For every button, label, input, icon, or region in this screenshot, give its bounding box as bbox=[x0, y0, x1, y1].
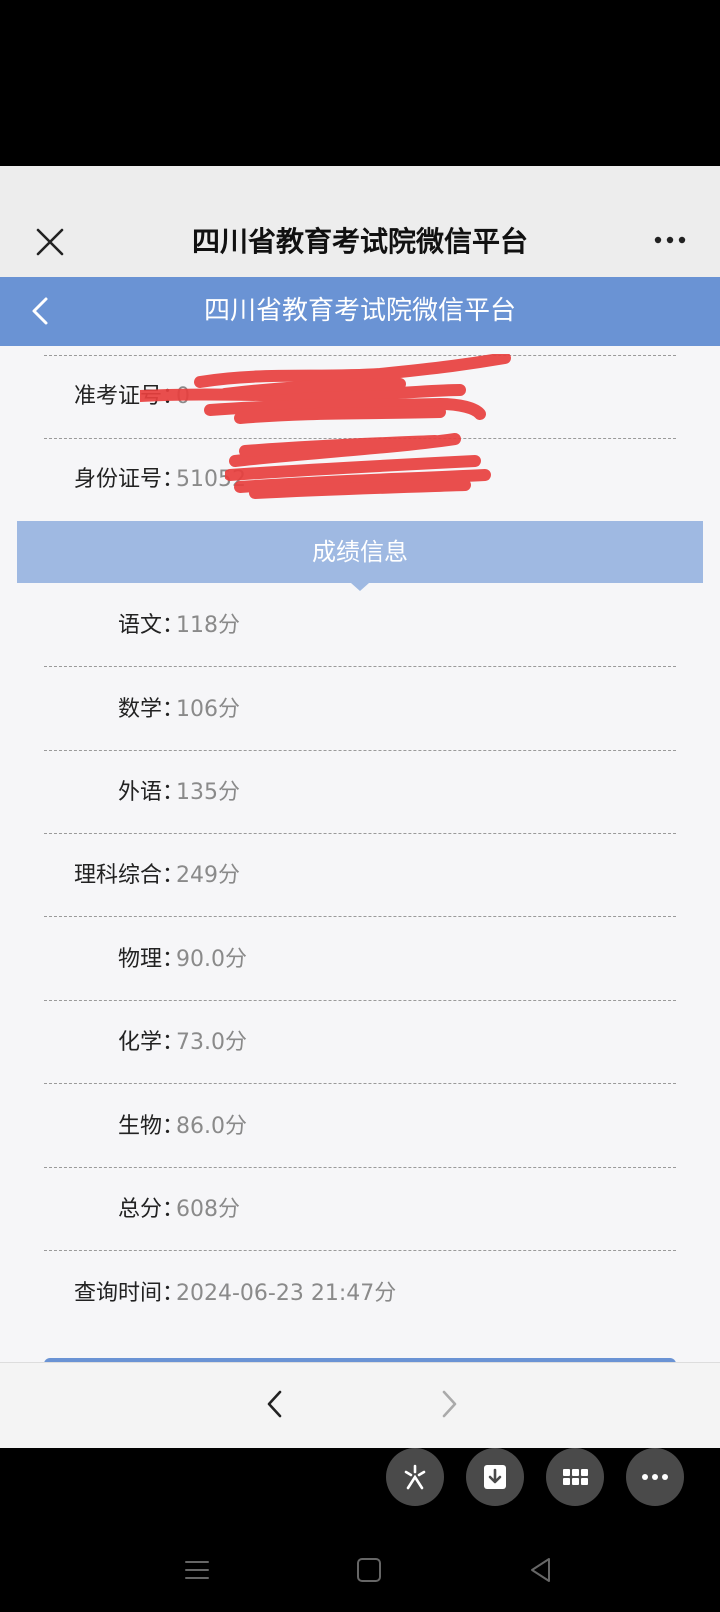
score-label: 生物 bbox=[117, 1114, 162, 1139]
more-dots-icon[interactable] bbox=[650, 230, 690, 250]
colon: ： bbox=[162, 697, 185, 722]
score-label: 语文 bbox=[117, 613, 162, 638]
score-label: 外语 bbox=[117, 780, 162, 805]
chevron-right-icon bbox=[442, 1390, 457, 1418]
score-row-chemistry: 化学 ： 73.0分 bbox=[44, 1001, 676, 1084]
score-value: 249分 bbox=[176, 863, 240, 888]
colon: ： bbox=[162, 467, 185, 492]
nav-back-button[interactable] bbox=[260, 1384, 290, 1424]
content-area: 准考证号 ： 0 身份证号 ： 51052 成绩信息 语文 ： 118分 数学 … bbox=[0, 346, 720, 1362]
browser-nav-bar bbox=[0, 1362, 720, 1448]
score-label: 化学 bbox=[117, 1030, 162, 1055]
system-back-button[interactable] bbox=[524, 1553, 558, 1587]
score-row-physics: 物理 ： 90.0分 bbox=[44, 918, 676, 1001]
nav-forward-button[interactable] bbox=[434, 1384, 464, 1424]
admission-ticket-row: 准考证号 ： 0 bbox=[44, 355, 676, 438]
score-value: 2024-06-23 21:47分 bbox=[176, 1281, 397, 1306]
id-number-value: 51052 bbox=[176, 467, 246, 492]
wechat-title: 四川省教育考试院微信平台 bbox=[191, 225, 528, 258]
chevron-left-icon bbox=[32, 297, 48, 325]
score-row-total: 总分 ： 608分 bbox=[44, 1168, 676, 1251]
score-label: 理科综合 bbox=[73, 863, 162, 888]
colon: ： bbox=[162, 780, 185, 805]
admission-ticket-label: 准考证号 bbox=[73, 384, 162, 409]
id-number-row: 身份证号 ： 51052 bbox=[44, 438, 676, 521]
sparkle-button[interactable] bbox=[386, 1448, 444, 1506]
score-label: 数学 bbox=[117, 697, 162, 722]
page-title: 四川省教育考试院微信平台 bbox=[203, 296, 516, 326]
score-value: 86.0分 bbox=[176, 1114, 247, 1139]
query-time-row: 查询时间 ： 2024-06-23 21:47分 bbox=[44, 1252, 676, 1335]
score-row-chinese: 语文 ： 118分 bbox=[44, 584, 676, 667]
divider bbox=[44, 666, 676, 667]
home-button[interactable] bbox=[352, 1553, 386, 1587]
colon: ： bbox=[162, 1281, 185, 1306]
score-row-foreign-language: 外语 ： 135分 bbox=[44, 751, 676, 834]
colon: ： bbox=[162, 947, 185, 972]
score-value: 106分 bbox=[176, 697, 240, 722]
chevron-left-icon bbox=[267, 1390, 282, 1418]
divider bbox=[44, 916, 676, 917]
id-number-label: 身份证号 bbox=[73, 467, 162, 492]
colon: ： bbox=[162, 1030, 185, 1055]
admission-ticket-value: 0 bbox=[176, 384, 190, 409]
score-row-math: 数学 ： 106分 bbox=[44, 668, 676, 751]
divider bbox=[44, 1083, 676, 1084]
score-value: 608分 bbox=[176, 1197, 240, 1222]
grid-icon bbox=[563, 1469, 588, 1485]
menu-icon bbox=[185, 1561, 209, 1579]
back-button[interactable] bbox=[22, 291, 62, 331]
score-section-title: 成绩信息 bbox=[312, 538, 408, 566]
colon: ： bbox=[162, 1197, 185, 1222]
download-icon bbox=[484, 1465, 506, 1489]
divider bbox=[44, 1250, 676, 1251]
more-button[interactable] bbox=[626, 1448, 684, 1506]
score-value: 73.0分 bbox=[176, 1030, 247, 1055]
score-row-science: 理科综合 ： 249分 bbox=[44, 834, 676, 917]
colon: ： bbox=[162, 384, 185, 409]
score-row-biology: 生物 ： 86.0分 bbox=[44, 1085, 676, 1168]
menu-button[interactable] bbox=[180, 1553, 214, 1587]
more-dots-icon bbox=[642, 1474, 668, 1480]
colon: ： bbox=[162, 863, 185, 888]
close-icon[interactable] bbox=[30, 222, 70, 262]
home-square-icon bbox=[357, 1558, 381, 1582]
colon: ： bbox=[162, 613, 185, 638]
colon: ： bbox=[162, 1114, 185, 1139]
back-triangle-icon bbox=[531, 1558, 550, 1582]
score-label: 查询时间 bbox=[73, 1281, 162, 1306]
grid-button[interactable] bbox=[546, 1448, 604, 1506]
score-section-header: 成绩信息 bbox=[17, 521, 703, 583]
download-button[interactable] bbox=[466, 1448, 524, 1506]
score-value: 90.0分 bbox=[176, 947, 247, 972]
sparkle-icon bbox=[404, 1464, 426, 1490]
score-value: 118分 bbox=[176, 613, 240, 638]
score-value: 135分 bbox=[176, 780, 240, 805]
score-label: 物理 bbox=[117, 947, 162, 972]
score-label: 总分 bbox=[117, 1197, 162, 1222]
